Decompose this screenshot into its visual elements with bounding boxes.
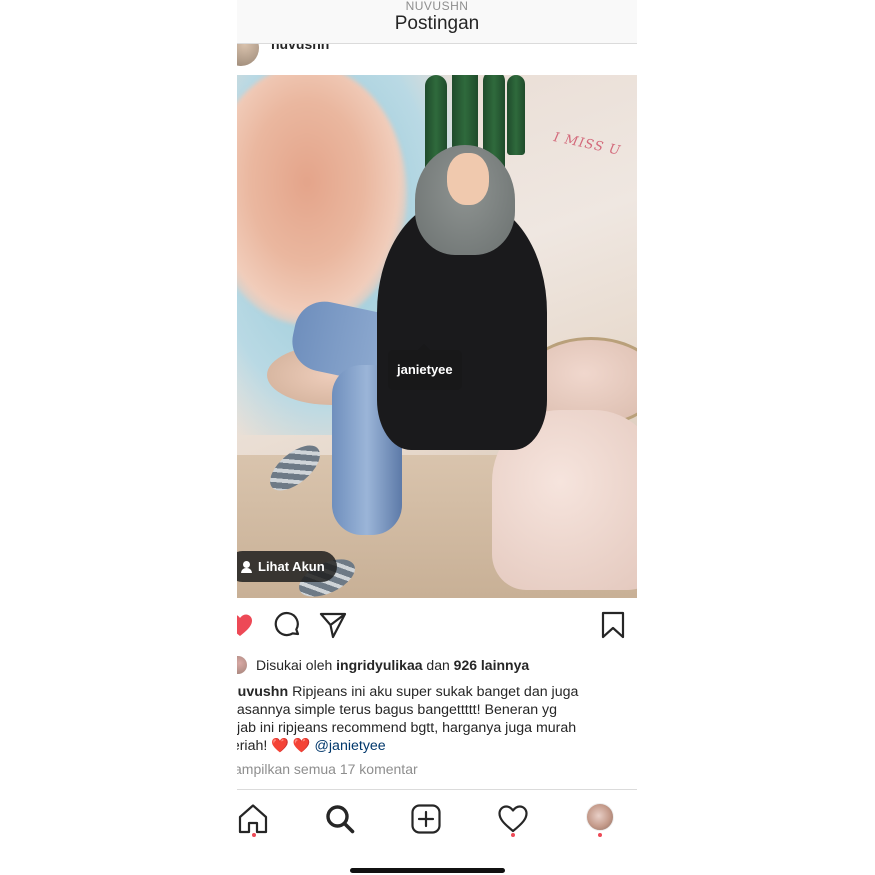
heart-outline-icon[interactable] — [496, 802, 530, 836]
photo-cactus — [507, 75, 525, 155]
likes-text: Disukai oleh ingridyulikaa dan 926 lainn… — [256, 657, 529, 673]
home-indicator[interactable] — [350, 868, 505, 873]
likes-connector: dan — [426, 657, 450, 673]
post-author-row: nuvushn ••• — [237, 44, 637, 75]
caption-username[interactable]: nuvushn — [237, 684, 288, 700]
caption-line: atasannya simple terus bagus bangettttt!… — [237, 702, 558, 718]
liker-avatar — [237, 656, 247, 674]
heart-filled-icon[interactable] — [237, 610, 255, 640]
person-icon — [241, 560, 252, 573]
plus-square-icon[interactable] — [409, 802, 443, 836]
author-avatar[interactable] — [237, 44, 259, 66]
header-username: NUVUSHN — [405, 0, 469, 13]
likes-count[interactable]: 926 lainnya — [454, 657, 530, 673]
heart-emoji-icon: ❤️ ❤️ — [271, 738, 311, 754]
photo-wall-lettering: I MISS U — [552, 130, 623, 159]
activity-notification-dot — [511, 833, 515, 837]
photo-person-face — [447, 153, 489, 205]
profile-notification-dot — [598, 833, 602, 837]
likes-prefix: Disukai oleh — [256, 657, 333, 673]
bottom-tab-bar — [237, 789, 637, 875]
instagram-post-screen: ‹‹ NUVUSHN Postingan nuvushn ••• I MISS … — [237, 0, 637, 875]
post-actions-bar — [237, 598, 637, 654]
top-navigation-bar: ‹‹ NUVUSHN Postingan — [237, 0, 637, 44]
view-account-label: Lihat Akun — [258, 559, 325, 574]
caption-text: Ripjeans ini aku super sukak banget dan … — [288, 684, 579, 700]
user-tag-bubble[interactable]: janietyee — [388, 344, 462, 390]
likes-user[interactable]: ingridyulikaa — [336, 657, 422, 673]
more-options-icon[interactable]: ••• — [607, 44, 627, 52]
caption-line: meriah! ❤️ ❤️ @janietyee — [237, 737, 633, 755]
profile-avatar-icon[interactable] — [586, 803, 614, 831]
post-caption: nuvushn Ripjeans ini aku super sukak ban… — [237, 683, 633, 755]
caption-text: meriah! — [237, 738, 268, 754]
author-username[interactable]: nuvushn — [271, 44, 329, 52]
search-icon[interactable] — [323, 802, 357, 836]
caption-mention[interactable]: @janietyee — [315, 738, 386, 754]
view-all-comments-link[interactable]: Tampilkan semua 17 komentar — [237, 761, 418, 777]
caption-line: hijab ini ripjeans recommend bgtt, harga… — [237, 720, 577, 736]
home-activity-dot — [252, 833, 256, 837]
home-icon[interactable] — [237, 802, 270, 836]
comment-icon[interactable] — [272, 610, 302, 640]
caption-line: nuvushn Ripjeans ini aku super sukak ban… — [237, 683, 633, 701]
page-title: Postingan — [394, 13, 480, 34]
view-account-button[interactable]: Lihat Akun — [237, 551, 337, 582]
likes-summary[interactable]: Disukai oleh ingridyulikaa dan 926 lainn… — [237, 654, 637, 678]
bookmark-icon[interactable] — [598, 610, 628, 640]
paper-plane-icon[interactable] — [318, 610, 348, 640]
post-photo[interactable]: I MISS U janietyee Lihat Akun — [237, 75, 637, 598]
